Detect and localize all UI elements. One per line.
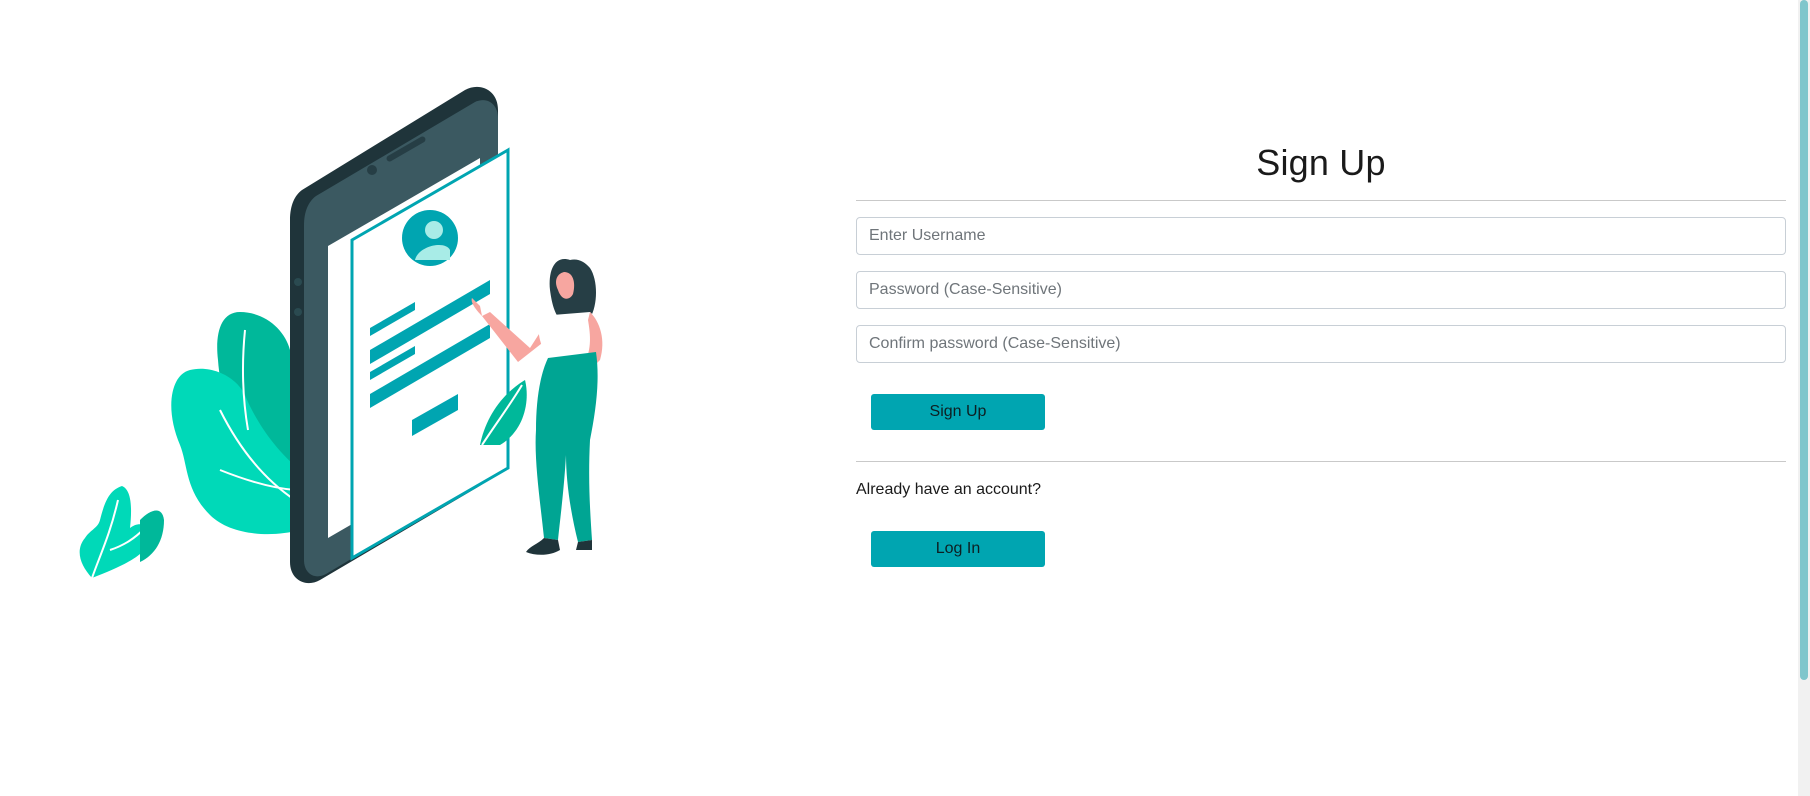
page-title: Sign Up — [1256, 142, 1386, 183]
small-plant-icon — [79, 486, 164, 579]
divider — [856, 461, 1786, 462]
confirm-password-input[interactable] — [856, 325, 1786, 363]
signup-page: Sign Up Sign Up Already have an account?… — [0, 0, 1810, 796]
account-prompt: Already have an account? — [856, 481, 1042, 498]
scrollbar[interactable] — [1798, 0, 1810, 796]
large-plant-icon — [171, 312, 300, 535]
username-input[interactable] — [856, 217, 1786, 255]
login-button[interactable]: Log In — [871, 531, 1045, 567]
signup-form: Sign Up Sign Up Already have an account?… — [856, 128, 1786, 567]
divider — [856, 200, 1786, 201]
password-input[interactable] — [856, 271, 1786, 309]
signup-illustration — [79, 86, 603, 584]
scrollbar-thumb[interactable] — [1800, 0, 1808, 680]
signup-button[interactable]: Sign Up — [871, 394, 1045, 430]
